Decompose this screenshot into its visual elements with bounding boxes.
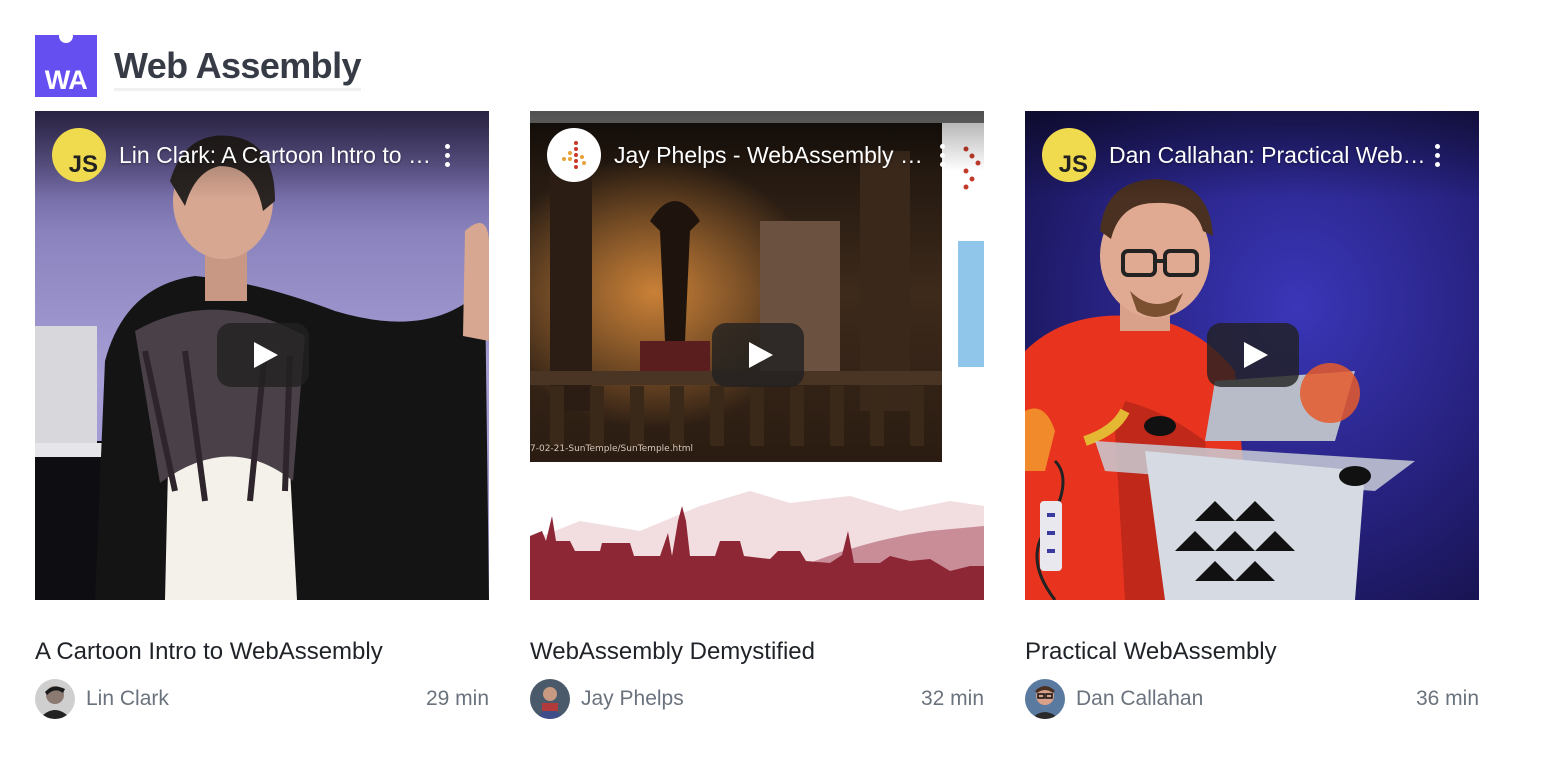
video-title[interactable]: Jay Phelps - WebAssembly Demystified [614, 140, 934, 170]
more-vertical-icon[interactable] [443, 144, 451, 168]
author-avatar [1025, 679, 1065, 719]
dotted-logo-icon [562, 141, 586, 169]
video-card: JS Dan Callahan: Practical WebAssembly P… [1025, 111, 1479, 719]
play-button[interactable] [712, 323, 804, 387]
more-vertical-icon[interactable] [938, 144, 946, 168]
duration: 36 min [1415, 687, 1479, 710]
webassembly-logo: WA [35, 29, 97, 97]
play-icon [254, 342, 278, 368]
talk-title[interactable]: Practical WebAssembly [1025, 637, 1479, 667]
section-header: WA Web Assembly [35, 29, 362, 97]
play-button[interactable] [1207, 323, 1299, 387]
play-icon [749, 342, 773, 368]
talk-meta: Dan Callahan 36 min [1025, 679, 1479, 719]
video-title[interactable]: Lin Clark: A Cartoon Intro to WebAssembl… [119, 140, 439, 170]
duration: 29 min [425, 687, 489, 710]
channel-avatar-icon[interactable] [547, 128, 601, 182]
author-name[interactable]: Lin Clark [86, 687, 169, 711]
video-player[interactable]: Jay Phelps - WebAssembly Demystified 7-0… [530, 111, 984, 600]
channel-avatar-icon[interactable]: JS [52, 128, 106, 182]
author-name[interactable]: Jay Phelps [581, 687, 684, 711]
duration: 32 min [920, 687, 984, 710]
author-name[interactable]: Dan Callahan [1076, 687, 1203, 711]
talk-title[interactable]: A Cartoon Intro to WebAssembly [35, 637, 489, 667]
video-player[interactable]: JS Lin Clark: A Cartoon Intro to WebAsse… [35, 111, 489, 600]
video-title[interactable]: Dan Callahan: Practical WebAssembly [1109, 140, 1429, 170]
talk-meta: Jay Phelps 32 min [530, 679, 984, 719]
play-button[interactable] [217, 323, 309, 387]
more-vertical-icon[interactable] [1433, 144, 1441, 168]
slide-url-text: 7-02-21-SunTemple/SunTemple.html [530, 444, 694, 454]
play-icon [1244, 342, 1268, 368]
video-card: Jay Phelps - WebAssembly Demystified 7-0… [530, 111, 984, 719]
section-title[interactable]: Web Assembly [114, 45, 362, 91]
author-avatar [35, 679, 75, 719]
talk-meta: Lin Clark 29 min [35, 679, 489, 719]
video-card: JS Lin Clark: A Cartoon Intro to WebAsse… [35, 111, 489, 719]
channel-avatar-icon[interactable]: JS [1042, 128, 1096, 182]
talk-title[interactable]: WebAssembly Demystified [530, 637, 984, 667]
author-avatar [530, 679, 570, 719]
video-player[interactable]: JS Dan Callahan: Practical WebAssembly [1025, 111, 1479, 600]
